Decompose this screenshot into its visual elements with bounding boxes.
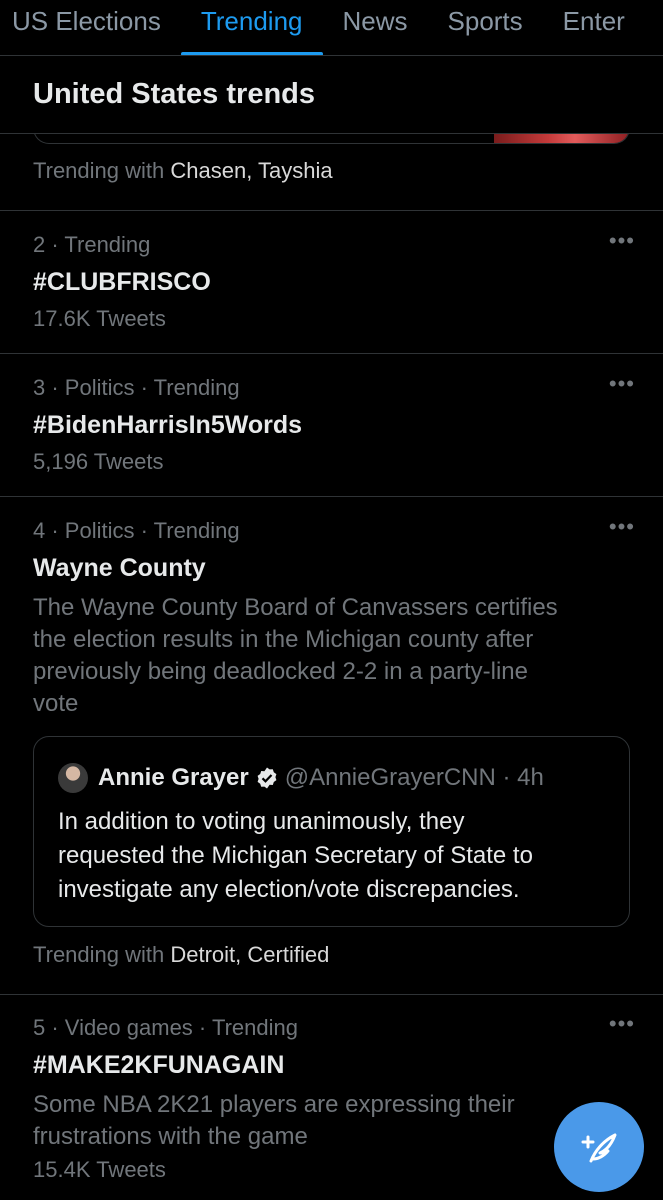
trend-description: The Wayne County Board of Canvassers cer… [33,592,633,720]
tweet-author-name[interactable]: Annie Grayer [98,764,249,792]
trend-description: Some NBA 2K21 players are expressing the… [33,1089,633,1153]
description-line: vote [33,690,79,717]
avatar[interactable] [58,763,88,793]
trend-tweet-count: 5,196 Tweets [33,449,164,474]
tab-news[interactable]: News [343,0,408,55]
divider [0,353,663,354]
trend-title[interactable]: #MAKE2KFUNAGAIN [33,1051,633,1083]
trending-with-label: Trending with [33,942,165,967]
tab-entertainment[interactable]: Enter [563,0,625,55]
tweet-line: investigate any election/vote discrepanc… [58,876,520,903]
description-line: previously being deadlocked 2-2 in a par… [33,658,528,685]
embedded-tweet[interactable]: Annie Grayer @AnnieGrayerCNN · 4h In add… [33,736,630,927]
tab-us-elections[interactable]: US Elections [12,0,161,55]
description-line: the election results in the Michigan cou… [33,626,534,653]
trend-meta: 2 · Trending [33,232,151,257]
tweet-author-handle[interactable]: @AnnieGrayerCNN · 4h [285,764,544,792]
divider [0,210,663,211]
trending-with-label: Trending with [33,158,165,183]
description-line: The Wayne County Board of Canvassers cer… [33,594,558,621]
trend-tweet-count: 17.6K Tweets [33,306,166,331]
page-title: United States trends [33,78,315,110]
trend-title[interactable]: #CLUBFRISCO [33,268,633,300]
trend-meta: 4 · Politics · Trending [33,518,240,543]
explore-tabs: US Elections Trending News Sports Enter [0,0,663,56]
trend-meta: 5 · Video games · Trending [33,1015,298,1040]
trend-title[interactable]: Wayne County [33,554,633,586]
more-dots-icon[interactable]: ••• [609,228,635,254]
description-line: frustrations with the game [33,1123,308,1150]
compose-tweet-icon [581,1133,617,1163]
tweet-line: In addition to voting unanimously, they [58,808,465,835]
trend-item-3[interactable]: 3 · Politics · Trending #BidenHarrisIn5W… [33,371,634,475]
trend-item-2[interactable]: 2 · Trending #CLUBFRISCO 17.6K Tweets ••… [33,228,634,332]
tweet-line: requested the Michigan Secretary of Stat… [58,842,533,869]
trending-with-names[interactable]: Chasen, Tayshia [170,158,332,183]
more-dots-icon[interactable]: ••• [609,371,635,397]
more-dots-icon[interactable]: ••• [609,514,635,540]
page-header: United States trends [0,56,663,134]
more-dots-icon[interactable]: ••• [609,1011,635,1037]
trend-tweet-count: 15.4K Tweets [33,1157,166,1182]
trend-meta: 3 · Politics · Trending [33,375,240,400]
divider [0,994,663,995]
trending-with-names[interactable]: Detroit, Certified [170,942,329,967]
trend-item-4[interactable]: 4 · Politics · Trending Wayne County The… [33,514,634,720]
divider [0,496,663,497]
trend-title[interactable]: #BidenHarrisIn5Words [33,411,633,443]
tweet-header: Annie Grayer @AnnieGrayerCNN · 4h [58,763,629,793]
trend-1-trending-with[interactable]: Trending with Chasen, Tayshia [33,158,333,184]
tab-sports[interactable]: Sports [448,0,523,55]
tweet-body: In addition to voting unanimously, they … [58,805,629,907]
verified-badge-icon [257,767,277,789]
trend-item-5[interactable]: 5 · Video games · Trending #MAKE2KFUNAGA… [33,1011,634,1183]
trend-4-trending-with[interactable]: Trending with Detroit, Certified [33,942,329,968]
tab-trending[interactable]: Trending [180,0,323,55]
compose-tweet-button[interactable] [554,1102,644,1192]
description-line: Some NBA 2K21 players are expressing the… [33,1091,515,1118]
